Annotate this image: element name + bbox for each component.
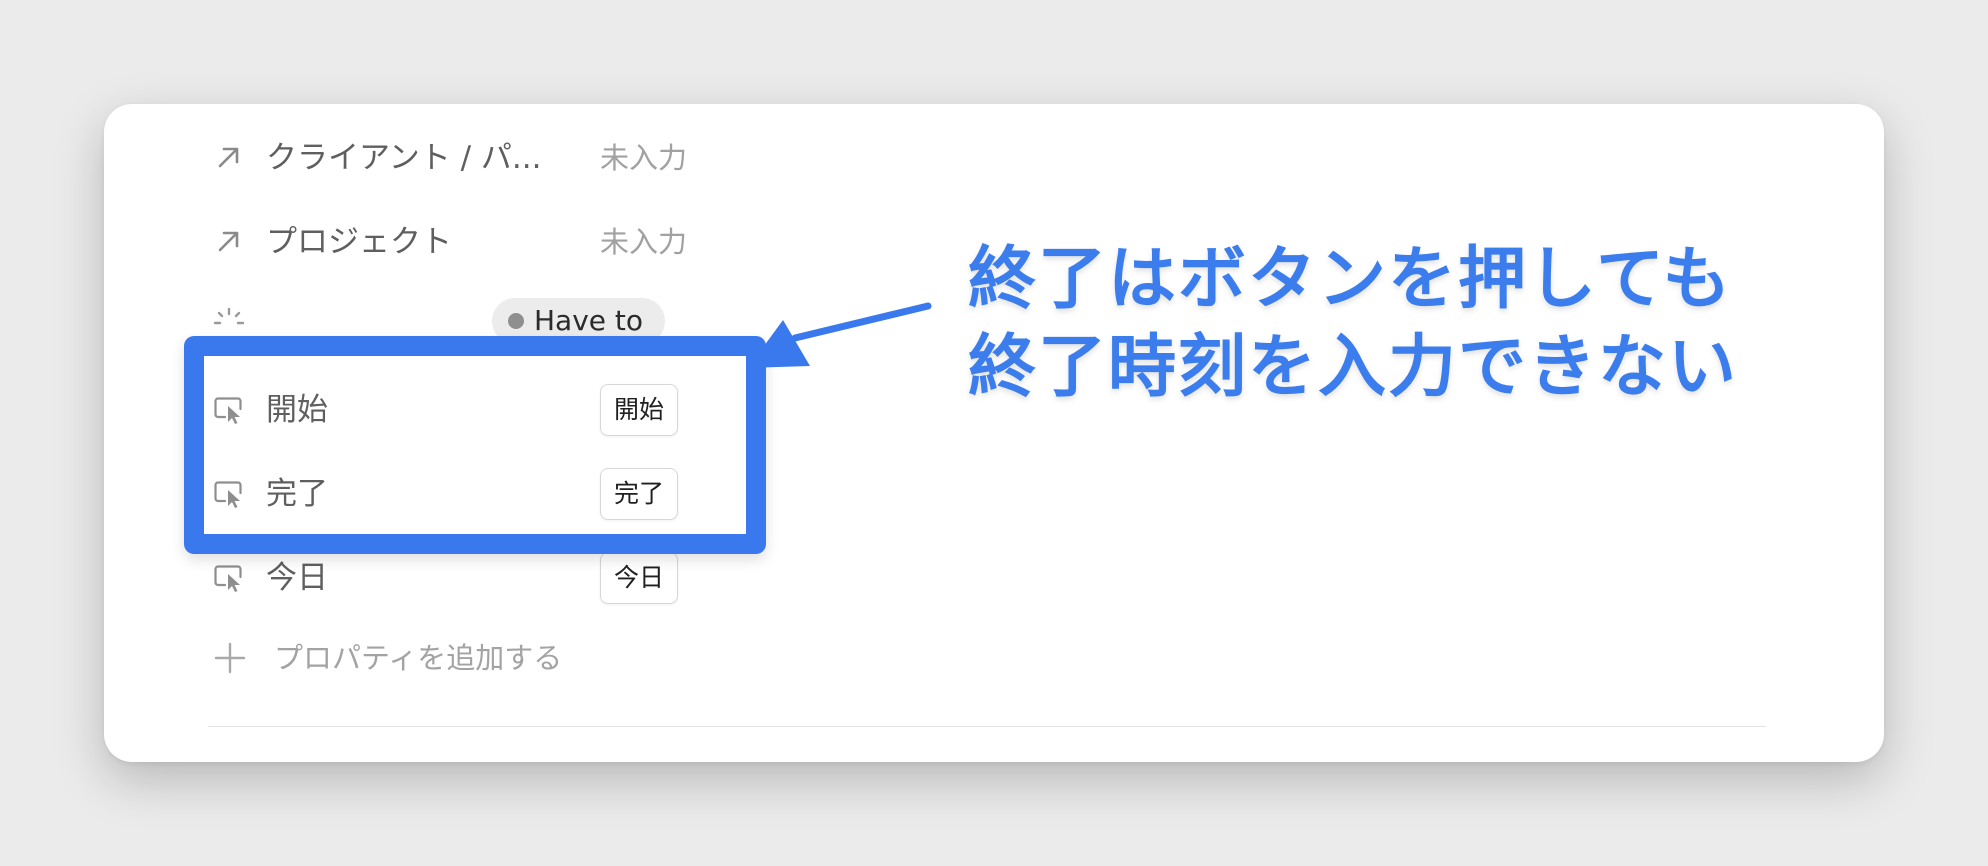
annotation-line-1: 終了はボタンを押しても — [968, 240, 1733, 319]
start-button[interactable]: 開始 — [600, 384, 679, 436]
button-cursor-icon — [214, 565, 242, 592]
today-button[interactable]: 今日 — [600, 552, 679, 604]
relation-arrow-icon — [218, 147, 239, 168]
button-cursor-icon — [214, 481, 242, 508]
property-label: 開始 — [266, 392, 328, 428]
plus-icon — [214, 642, 246, 674]
relation-arrow-icon — [218, 231, 239, 252]
property-row-start: 開始 開始 — [212, 368, 852, 452]
status-tag-text: Have to — [534, 304, 644, 337]
status-tag[interactable]: Have to — [492, 298, 666, 344]
property-row-today: 今日 今日 — [212, 536, 852, 620]
property-value-empty[interactable]: 未入力 — [600, 200, 687, 284]
done-button[interactable]: 完了 — [600, 468, 679, 520]
property-label: プロジェクト — [266, 224, 452, 260]
status-dot — [508, 313, 524, 329]
annotation-text: 終了はボタンを押しても 終了時刻を入力できない — [968, 236, 1738, 412]
property-label: 今日 — [266, 560, 328, 596]
property-row-client[interactable]: クライアント / パ... 未入力 — [212, 116, 852, 200]
add-property-label: プロパティを追加する — [274, 641, 563, 675]
section-divider — [208, 726, 1766, 727]
properties-panel: クライアント / パ... 未入力 プロジェクト 未入力 Have to 開始 … — [104, 104, 1884, 762]
annotation-line-2: 終了時刻を入力できない — [968, 328, 1739, 407]
button-cursor-icon — [214, 397, 242, 424]
status-loader-icon — [213, 307, 245, 325]
property-row-done: 完了 完了 — [212, 452, 852, 536]
add-property-button[interactable]: プロパティを追加する — [212, 616, 632, 700]
property-value-empty[interactable]: 未入力 — [600, 116, 687, 200]
property-label: クライアント / パ... — [266, 140, 542, 176]
property-row-project[interactable]: プロジェクト 未入力 — [212, 200, 852, 284]
property-label: 完了 — [266, 476, 328, 512]
